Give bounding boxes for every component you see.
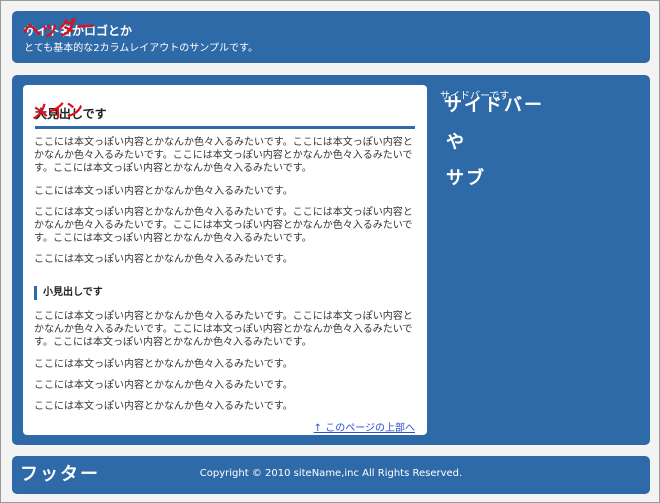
copyright-text: Copyright © 2010 siteName,inc All Rights… bbox=[199, 468, 463, 479]
main-content: 大見出しです メイン ここには本文っぽい内容とかなんか色々入るみたいです。ここに… bbox=[23, 85, 427, 435]
paragraph: ここには本文っぽい内容とかなんか色々入るみたいです。 bbox=[34, 254, 293, 265]
paragraph: ここには本文っぽい内容とかなんか色々入るみたいです。ここには本文っぽい内容とかな… bbox=[34, 207, 413, 244]
paragraph: ここには本文っぽい内容とかなんか色々入るみたいです。ここには本文っぽい内容とかな… bbox=[34, 311, 413, 348]
sidebar-annotation-line: や bbox=[446, 132, 466, 153]
page-frame: サイト名かロゴとか とても基本的な2カラムレイアウトのサンプルです。 ヘッダー … bbox=[0, 0, 660, 503]
site-description: とても基本的な2カラムレイアウトのサンプルです。 bbox=[24, 43, 258, 54]
paragraph: ここには本文っぽい内容とかなんか色々入るみたいです。ここには本文っぽい内容とかな… bbox=[34, 137, 413, 174]
sidebar-annotation-line: サイドバー bbox=[444, 95, 544, 116]
main-annotation: メイン bbox=[30, 99, 83, 124]
site-header: サイト名かロゴとか とても基本的な2カラムレイアウトのサンプルです。 ヘッダー bbox=[12, 11, 650, 63]
main-heading: 大見出しです bbox=[35, 105, 415, 129]
content-wrapper: 大見出しです メイン ここには本文っぽい内容とかなんか色々入るみたいです。ここに… bbox=[12, 75, 650, 445]
paragraph: ここには本文っぽい内容とかなんか色々入るみたいです。 bbox=[34, 186, 293, 197]
paragraph: ここには本文っぽい内容とかなんか色々入るみたいです。 bbox=[34, 380, 293, 391]
paragraph: ここには本文っぽい内容とかなんか色々入るみたいです。 bbox=[34, 401, 293, 412]
sub-heading: 小見出しです bbox=[34, 286, 103, 300]
paragraph: ここには本文っぽい内容とかなんか色々入るみたいです。 bbox=[34, 359, 293, 370]
site-footer: フッター Copyright © 2010 siteName,inc All R… bbox=[12, 456, 650, 494]
back-to-top-link[interactable]: ↑ このページの上部へ bbox=[314, 419, 415, 434]
sidebar-annotation-line: サブ bbox=[446, 168, 486, 189]
header-annotation: ヘッダー bbox=[21, 16, 95, 42]
